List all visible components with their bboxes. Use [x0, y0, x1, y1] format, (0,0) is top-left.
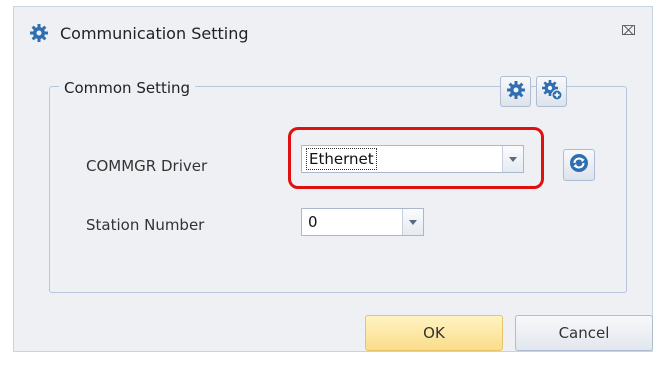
- chevron-down-icon[interactable]: [502, 146, 523, 172]
- advanced-settings-button[interactable]: [536, 76, 567, 107]
- driver-value-box: Ethernet: [302, 146, 502, 172]
- driver-value: Ethernet: [306, 148, 377, 170]
- settings-button[interactable]: [500, 76, 531, 107]
- communication-setting-dialog: Communication Setting ⌧ Common Setting C…: [13, 6, 653, 352]
- gear-icon: [29, 23, 49, 43]
- gear-icon: [506, 80, 526, 104]
- driver-label: COMMGR Driver: [86, 157, 208, 175]
- gear-add-icon: [541, 79, 563, 105]
- refresh-button[interactable]: [563, 149, 595, 181]
- station-label: Station Number: [86, 216, 205, 234]
- ok-button[interactable]: OK: [365, 315, 503, 351]
- common-setting-group: [49, 86, 627, 293]
- station-select[interactable]: 0: [301, 208, 424, 236]
- driver-select[interactable]: Ethernet: [301, 145, 524, 173]
- close-icon[interactable]: ⌧: [621, 24, 636, 39]
- group-legend: Common Setting: [59, 79, 196, 97]
- window-title: Communication Setting: [60, 24, 249, 43]
- chevron-down-icon[interactable]: [402, 209, 423, 235]
- station-value: 0: [308, 213, 318, 231]
- refresh-icon: [569, 153, 589, 177]
- title-bar[interactable]: Communication Setting ⌧: [14, 7, 652, 59]
- cancel-button[interactable]: Cancel: [515, 315, 653, 351]
